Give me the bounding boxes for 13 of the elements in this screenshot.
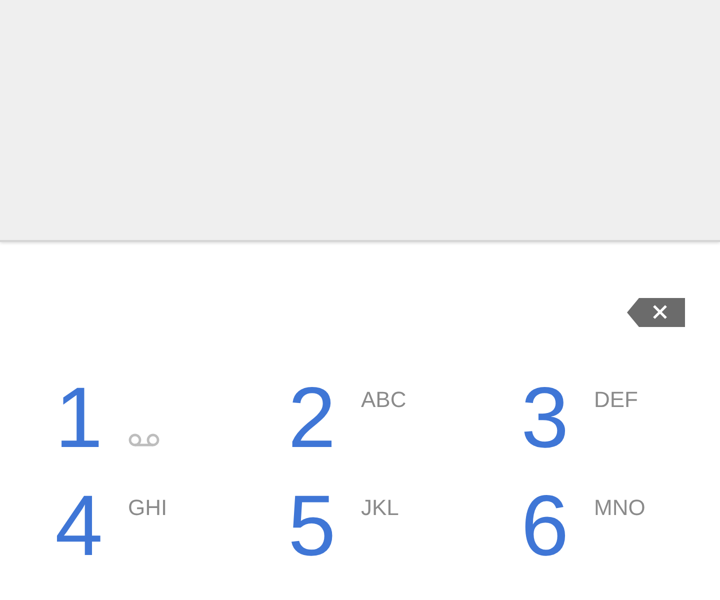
dial-key-digit[interactable]: 2 (288, 375, 361, 461)
backspace-icon[interactable] (627, 298, 685, 327)
dial-key-letters: JKL (361, 495, 399, 521)
voicemail-icon (128, 433, 160, 447)
dial-key-letters: DEF (594, 387, 638, 413)
dial-key-letters: ABC (361, 387, 406, 413)
dial-key-letters: GHI (128, 495, 168, 521)
dial-key-digit[interactable]: 6 (521, 483, 594, 569)
dial-key-digit[interactable]: 4 (55, 483, 128, 569)
dial-key-digit[interactable]: 5 (288, 483, 361, 569)
dial-key-digit[interactable]: 1 (55, 375, 128, 461)
dial-key-letters: MNO (594, 495, 646, 521)
dial-key-digit[interactable]: 3 (521, 375, 594, 461)
